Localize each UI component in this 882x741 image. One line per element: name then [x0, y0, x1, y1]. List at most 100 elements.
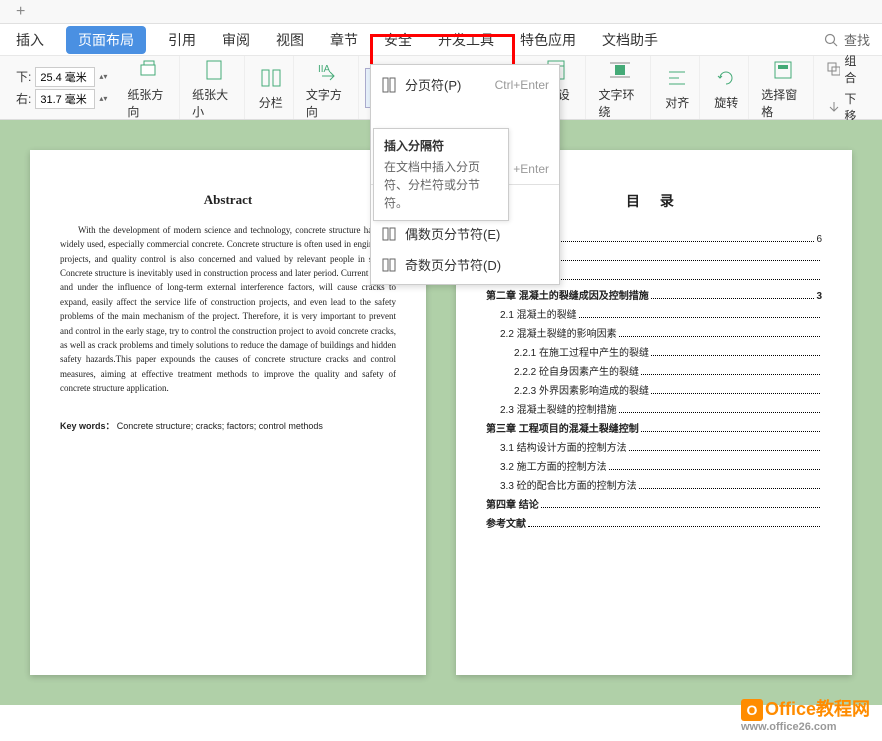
tooltip-description: 在文档中插入分页符、分栏符或分节符。 [384, 158, 498, 212]
toc-label: 3.3 砼的配合比方面的控制方法 [500, 479, 637, 495]
toc-line: 3.2 施工方面的控制方法 [486, 460, 822, 476]
columns-button[interactable]: 分栏 [257, 64, 285, 111]
select-pane-group: 选择窗格 [753, 56, 814, 119]
margin-bottom-input[interactable] [35, 67, 95, 87]
odd-page-icon [381, 257, 397, 273]
group-icon [826, 61, 840, 77]
toc-dots [559, 253, 820, 261]
toc-line: 2.1 混凝土的裂缝 [486, 308, 822, 324]
toc-label: 2.2 混凝土裂缝的影响因素 [500, 327, 617, 343]
align-icon [663, 64, 691, 92]
text-direction-button[interactable]: IIA 文字方向 [306, 56, 350, 120]
menu-bar: 插入 页面布局 引用 审阅 视图 章节 安全 开发工具 特色应用 文档助手 查找 [0, 24, 882, 56]
margin-right-label: 右: [16, 90, 31, 107]
watermark-sub: www.office26.com [741, 721, 870, 733]
stepper-icon[interactable]: ▴▾ [99, 94, 107, 103]
menu-review[interactable]: 审阅 [218, 26, 254, 54]
size-group: 纸张大小 [184, 56, 245, 119]
toc-label: 2.2.2 砼自身因素产生的裂缝 [514, 365, 639, 381]
toc-dots [639, 481, 820, 489]
shortcut-label: Ctrl+Enter [495, 78, 549, 92]
columns-icon [257, 64, 285, 92]
rotate-group: 旋转 [704, 56, 749, 119]
toc-label: 3.1 结构设计方面的控制方法 [500, 441, 627, 457]
toc-line: 2.2 混凝土裂缝的影响因素 [486, 327, 822, 343]
svg-text:IIA: IIA [318, 64, 331, 75]
menu-references[interactable]: 引用 [164, 26, 200, 54]
toc-dots [609, 462, 820, 470]
text-direction-group: IIA 文字方向 [298, 56, 359, 119]
toc-label: 参考文献 [486, 517, 526, 533]
toc-line: 3.3 砼的配合比方面的控制方法 [486, 479, 822, 495]
toc-label: 第二章 混凝土的裂缝成因及控制措施 [486, 289, 649, 305]
group-button[interactable]: 组合 [826, 52, 866, 86]
toc-line: 第四章 结论 [486, 498, 822, 514]
shortcut-label: +Enter [513, 162, 549, 176]
paper-orientation-button[interactable]: 纸张方向 [127, 56, 171, 120]
even-page-icon [381, 226, 397, 242]
margin-bottom-label: 下: [16, 68, 31, 85]
keywords-text: Concrete structure; cracks; factors; con… [117, 421, 323, 431]
menu-developer[interactable]: 开发工具 [434, 26, 498, 54]
toc-label: 2.2.3 外界因素影响造成的裂缝 [514, 384, 649, 400]
columns-group: 分栏 [249, 56, 294, 119]
watermark-icon: O [741, 699, 763, 721]
menu-insert[interactable]: 插入 [12, 26, 48, 54]
toc-label: 2.2.1 在施工过程中产生的裂缝 [514, 346, 649, 362]
menu-doc-assistant[interactable]: 文档助手 [598, 26, 662, 54]
search-label: 查找 [844, 30, 870, 49]
menu-page-layout[interactable]: 页面布局 [66, 26, 146, 54]
odd-page-section-item[interactable]: 奇数页分节符(D) [371, 249, 559, 280]
toc-dots [579, 310, 820, 318]
margin-right-input[interactable] [35, 89, 95, 109]
orientation-icon [135, 56, 163, 84]
toc-dots [651, 386, 820, 394]
align-group: 对齐 [655, 56, 700, 119]
menu-chapter[interactable]: 章节 [326, 26, 362, 54]
abstract-body: With the development of modern science a… [60, 223, 396, 396]
arrange-group: 组合 下移 [818, 56, 874, 119]
page-break-icon [381, 77, 397, 93]
rotate-icon [712, 64, 740, 92]
text-wrap-icon [606, 56, 634, 84]
toc-page-number: 6 [816, 232, 822, 248]
abstract-title: Abstract [60, 190, 396, 211]
toc-line: 2.2.1 在施工过程中产生的裂缝 [486, 346, 822, 362]
watermark-main: Office教程网 [765, 699, 870, 719]
menu-items: 插入 页面布局 引用 审阅 视图 章节 安全 开发工具 特色应用 文档助手 [12, 26, 662, 54]
add-tab-button[interactable]: + [8, 3, 33, 21]
search-area[interactable]: 查找 [824, 30, 870, 49]
rotate-button[interactable]: 旋转 [712, 64, 740, 111]
paper-size-button[interactable]: 纸张大小 [192, 56, 236, 120]
align-button[interactable]: 对齐 [663, 64, 691, 111]
toc-label: 2.1 混凝土的裂缝 [500, 308, 577, 324]
menu-view[interactable]: 视图 [272, 26, 308, 54]
keywords-line: Key words： Concrete structure; cracks; f… [60, 419, 396, 433]
margins-group: 下: ▴▾ 右: ▴▾ [8, 56, 115, 119]
toc-dots [641, 367, 820, 375]
page-break-item[interactable]: 分页符(P) Ctrl+Enter [371, 69, 559, 100]
toc-dots [559, 272, 820, 280]
stepper-icon[interactable]: ▴▾ [99, 72, 107, 81]
select-pane-button[interactable]: 选择窗格 [761, 56, 805, 120]
toc-label: 第三章 工程项目的混凝土裂缝控制 [486, 422, 639, 438]
menu-security[interactable]: 安全 [380, 26, 416, 54]
toc-label: 3.2 施工方面的控制方法 [500, 460, 607, 476]
even-page-section-item[interactable]: 偶数页分节符(E) [371, 218, 559, 249]
tooltip-title: 插入分隔符 [384, 137, 498, 154]
toc-dots [651, 291, 815, 299]
toc-dots [541, 500, 820, 508]
toc-dots [651, 348, 820, 356]
toc-page-number: 3 [816, 289, 822, 305]
toc-line: 2.2.2 砼自身因素产生的裂缝 [486, 365, 822, 381]
move-down-button[interactable]: 下移 [826, 90, 866, 124]
toc-dots [641, 424, 820, 432]
toc-dots [619, 329, 820, 337]
text-wrap-button[interactable]: 文字环绕 [598, 56, 642, 120]
move-down-icon [826, 99, 840, 115]
toc-line: 第三章 工程项目的混凝土裂缝控制 [486, 422, 822, 438]
watermark: OOffice教程网 www.office26.com [741, 695, 870, 733]
toc-line: 2.2.3 外界因素影响造成的裂缝 [486, 384, 822, 400]
toc-line: 2.3 混凝土裂缝的控制措施 [486, 403, 822, 419]
menu-special[interactable]: 特色应用 [516, 26, 580, 54]
